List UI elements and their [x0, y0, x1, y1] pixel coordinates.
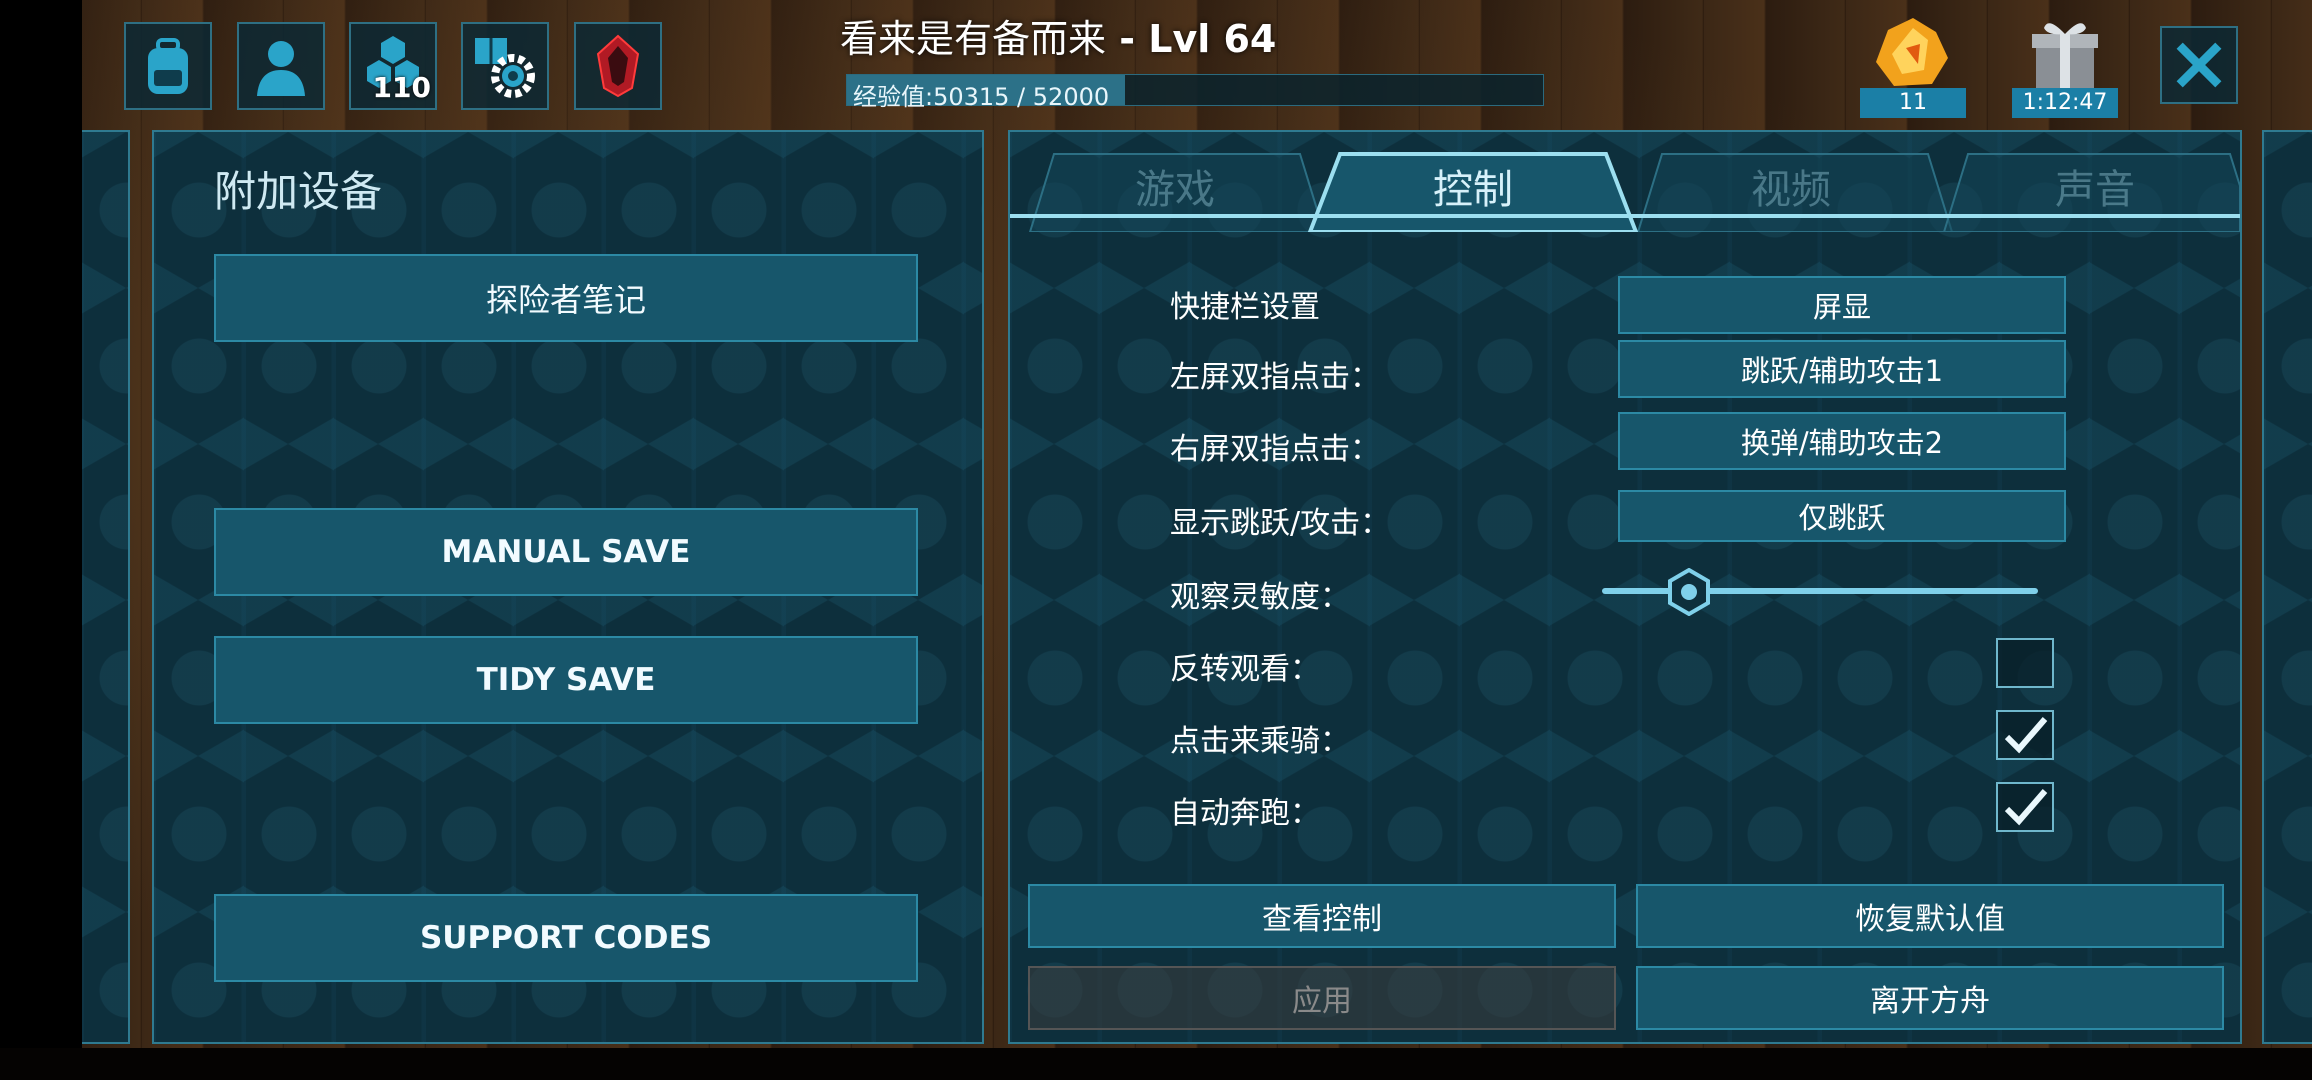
engrams-count: 110: [372, 71, 431, 104]
level-text: - Lvl 64: [1106, 17, 1277, 61]
person-icon: [257, 41, 305, 96]
character-button[interactable]: [237, 22, 325, 110]
tap-to-ride-label: 点击来乘骑：: [1170, 724, 1350, 759]
screen-edge-bottom: [0, 1048, 2312, 1080]
gift-box-icon: [2032, 23, 2098, 88]
tap-to-ride-checkbox[interactable]: [1996, 710, 2054, 760]
crystal-icon: [596, 34, 640, 98]
options-panel: 游戏 控制 视频 声音 快捷栏设置 屏显 左屏双指点击： 跳跃/辅助攻击1 右屏…: [1008, 130, 2242, 1044]
left-double-tap-label: 左屏双指点击：: [1170, 360, 1380, 395]
close-button[interactable]: [2160, 26, 2238, 104]
element-crystal-icon: [1876, 18, 1948, 86]
xp-label: 经验值:50315 / 52000: [853, 83, 1110, 111]
hotbar-select[interactable]: 屏显: [1618, 276, 2066, 334]
screen-edge-left: [0, 0, 82, 1080]
look-sensitivity-label: 观察灵敏度：: [1170, 580, 1350, 615]
tidy-save-button[interactable]: TIDY SAVE: [214, 636, 918, 724]
right-double-tap-label: 右屏双指点击：: [1170, 432, 1380, 467]
auto-run-label: 自动奔跑：: [1170, 796, 1320, 831]
leave-ark-button[interactable]: 离开方舟: [1636, 966, 2224, 1030]
hotbar-label: 快捷栏设置: [1170, 290, 1320, 325]
support-codes-button[interactable]: SUPPORT CODES: [214, 894, 918, 982]
tab-underline: [1010, 214, 2240, 218]
restore-defaults-button[interactable]: 恢复默认值: [1636, 884, 2224, 948]
settings-button[interactable]: [461, 22, 549, 110]
right-double-tap-select[interactable]: 换弹/辅助攻击2: [1618, 412, 2066, 470]
gift-timer: 1:12:47: [2012, 88, 2118, 118]
slider-knob-icon[interactable]: [1665, 568, 1713, 616]
checkmark-icon: [2004, 789, 2048, 826]
gift-resource[interactable]: 1:12:47: [2010, 14, 2120, 118]
close-icon: [2176, 42, 2222, 88]
level-title: 看来是有备而来 - Lvl 64: [840, 8, 1740, 61]
title-text: 看来是有备而来: [840, 17, 1107, 61]
element-count: 11: [1860, 88, 1966, 118]
explorer-notes-button[interactable]: 探险者笔记: [214, 254, 918, 342]
auto-run-checkbox[interactable]: [1996, 782, 2054, 832]
invert-look-checkbox[interactable]: [1996, 638, 2054, 688]
apply-button[interactable]: 应用: [1028, 966, 1616, 1030]
manual-save-button[interactable]: MANUAL SAVE: [214, 508, 918, 596]
xp-bar: 经验值:50315 / 52000: [846, 74, 1544, 111]
show-jump-attack-label: 显示跳跃/攻击：: [1170, 506, 1391, 541]
left-double-tap-select[interactable]: 跳跃/辅助攻击1: [1618, 340, 2066, 398]
element-resource[interactable]: 11: [1858, 14, 1968, 118]
backpack-icon: [148, 38, 188, 94]
invert-look-label: 反转观看：: [1170, 652, 1320, 687]
engrams-button[interactable]: 110: [349, 22, 437, 110]
tek-button[interactable]: [574, 22, 662, 110]
side-panel-left-edge: [82, 130, 130, 1044]
panel-title: 附加设备: [214, 167, 383, 216]
show-jump-attack-select[interactable]: 仅跳跃: [1618, 490, 2066, 542]
book-gear-icon: [475, 38, 535, 98]
extra-devices-panel: 附加设备 探险者笔记 MANUAL SAVE TIDY SAVE SUPPORT…: [152, 130, 984, 1044]
side-panel-right-edge: [2262, 130, 2312, 1044]
checkmark-icon: [2004, 717, 2048, 754]
view-controls-button[interactable]: 查看控制: [1028, 884, 1616, 948]
inventory-button[interactable]: [124, 22, 212, 110]
